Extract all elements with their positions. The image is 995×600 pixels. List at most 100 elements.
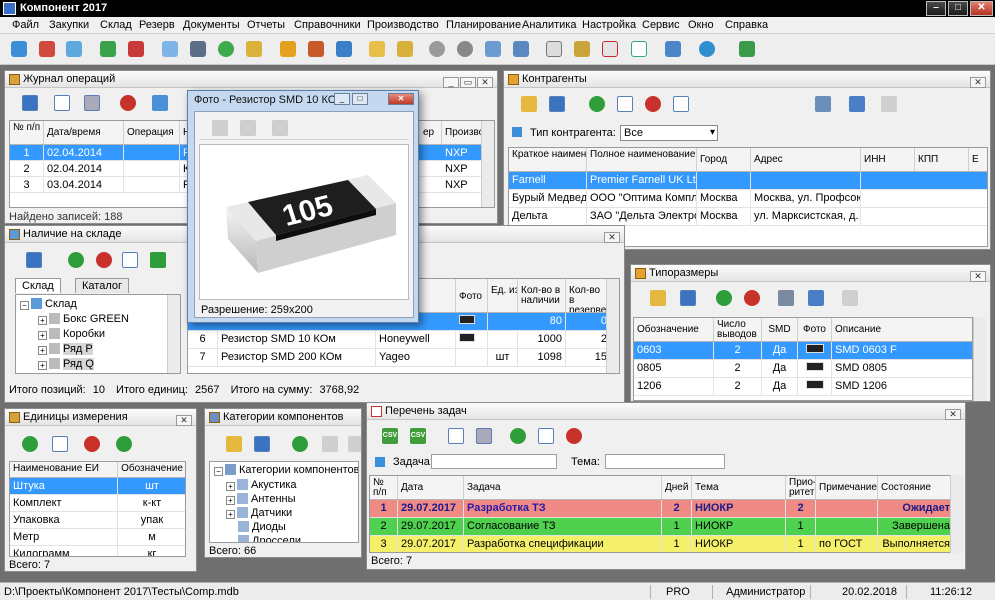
tree-node[interactable]: + Бокс GREEN [38, 313, 129, 325]
col-num[interactable]: № п/п [10, 121, 44, 144]
refresh-icon[interactable] [215, 38, 237, 60]
col-qty[interactable]: Кол-во в наличии [518, 279, 566, 312]
tasks-row[interactable]: 3 29.07.2017 Разработка спецификации 1 Н… [370, 536, 952, 552]
outcome-icon[interactable] [125, 38, 147, 60]
ok-icon[interactable] [839, 287, 861, 309]
remove-icon[interactable] [93, 249, 115, 271]
binoculars-icon[interactable] [187, 38, 209, 60]
open-folder-icon[interactable] [647, 287, 669, 309]
tasks-row[interactable]: 1 29.07.2017 Разработка ТЗ 2 НИОКР 2 Ожи… [370, 500, 952, 518]
col-photo[interactable]: Фото [456, 279, 488, 312]
panel-close-button[interactable]: ✕ [945, 409, 961, 420]
units-row[interactable]: Комплект к-кт [10, 495, 185, 512]
menu-analytics[interactable]: Аналитика [522, 19, 576, 31]
col-city[interactable]: Город [697, 148, 751, 171]
menu-service[interactable]: Сервис [642, 19, 680, 31]
folders-icon[interactable] [366, 38, 388, 60]
contractor-type-select[interactable]: Все [620, 125, 718, 141]
tree-node[interactable]: Диоды [238, 521, 286, 533]
edit-icon[interactable] [614, 93, 636, 115]
ok-icon[interactable] [113, 433, 135, 455]
arrow-disabled-icon[interactable] [345, 433, 361, 455]
menu-planning[interactable]: Планирование [446, 19, 521, 31]
col-theme[interactable]: Тема [692, 476, 786, 499]
report-icon[interactable] [846, 93, 868, 115]
stock-scrollbar[interactable] [606, 279, 619, 373]
col-state[interactable]: Состояние [878, 476, 952, 499]
sizes-scrollbar[interactable] [973, 317, 986, 401]
col-kpp[interactable]: КПП [915, 148, 969, 171]
tree-node[interactable]: + Ряд Q [38, 358, 94, 370]
delete-icon[interactable] [741, 287, 763, 309]
purchase-icon[interactable] [36, 38, 58, 60]
menu-warehouse[interactable]: Склад [100, 19, 132, 31]
edit-icon[interactable] [119, 249, 141, 271]
gear-icon[interactable] [426, 38, 448, 60]
search-doc-icon[interactable] [63, 38, 85, 60]
tab-catalog[interactable]: Каталог [75, 278, 129, 293]
maximize-button[interactable]: □ [948, 1, 968, 16]
sizes-row[interactable]: 0603 2 Да SMD 0603 F [634, 342, 972, 360]
menu-production[interactable]: Производство [367, 19, 439, 31]
col-priority[interactable]: Прио-ритет [786, 476, 816, 499]
delete-icon[interactable] [563, 425, 585, 447]
delete-icon[interactable] [117, 92, 139, 114]
filter-icon[interactable] [149, 92, 171, 114]
panel-close-button[interactable]: ✕ [176, 415, 192, 426]
panel-minimize-button[interactable]: _ [443, 77, 459, 88]
delete-icon[interactable] [642, 93, 664, 115]
folder-tree-icon[interactable] [394, 38, 416, 60]
report-icon[interactable] [805, 287, 827, 309]
tab-stock[interactable]: Склад [15, 278, 61, 293]
exit-icon[interactable] [736, 38, 758, 60]
col-e[interactable]: Е [969, 148, 987, 171]
col-pins[interactable]: Число выводов [714, 318, 762, 341]
contractors-row[interactable]: Бурый Медведь ООО "Оптима Комплект Москв… [509, 190, 987, 208]
col-note[interactable]: Примечание [816, 476, 878, 499]
menu-file[interactable]: Файл [12, 19, 39, 31]
photo-minimize-button[interactable]: _ [334, 93, 350, 105]
col-description[interactable]: Описание [832, 318, 972, 341]
col-date[interactable]: Дата [398, 476, 464, 499]
table-icon[interactable] [482, 38, 504, 60]
stock-row[interactable]: 7 Резистор SMD 200 КОм Yageo шт 1098 15 [188, 349, 619, 367]
sizes-row[interactable]: 0805 2 Да SMD 0805 [634, 360, 972, 378]
print-icon[interactable] [81, 92, 103, 114]
save-icon[interactable] [23, 249, 45, 271]
notebook-icon[interactable] [243, 38, 265, 60]
save-icon[interactable] [19, 92, 41, 114]
panel-close-button[interactable]: ✕ [970, 77, 986, 88]
menu-reserve[interactable]: Резерв [139, 19, 175, 31]
col-inn[interactable]: ИНН [861, 148, 915, 171]
delete-icon[interactable] [81, 433, 103, 455]
col-unit-name[interactable]: Наименование ЕИ [10, 462, 118, 477]
components-icon[interactable] [8, 38, 30, 60]
add-photo-icon[interactable] [209, 117, 231, 139]
minimize-button[interactable]: – [926, 1, 946, 16]
col-photo[interactable]: Фото [798, 318, 832, 341]
save-icon[interactable] [677, 287, 699, 309]
col-designation[interactable]: Обозначение [634, 318, 714, 341]
find-icon[interactable] [51, 92, 73, 114]
add-icon[interactable] [19, 433, 41, 455]
stock-row[interactable]: 6 Резистор SMD 10 КОм Honeywell 1000 2 [188, 331, 619, 349]
col-full-name[interactable]: Полное наименование [587, 148, 697, 171]
col-task[interactable]: Задача [464, 476, 662, 499]
factory-icon[interactable] [305, 38, 327, 60]
units-row[interactable]: Упаковка упак [10, 512, 185, 529]
edit-disabled-icon[interactable] [319, 433, 341, 455]
col-num[interactable]: № п/п [370, 476, 398, 499]
tree-node-root[interactable]: − Категории компонентов [214, 464, 358, 476]
find-icon[interactable] [159, 38, 181, 60]
org-chart-icon[interactable] [662, 38, 684, 60]
add-icon[interactable] [507, 425, 529, 447]
contractors-row[interactable]: Дельта ЗАО "Дельта Электрон... Москва ул… [509, 208, 987, 226]
contractors-row[interactable]: Farnell Premier Farnell UK Ltd. [509, 172, 987, 190]
tasks-scrollbar[interactable] [950, 475, 963, 553]
calendar-icon[interactable] [599, 38, 621, 60]
tree-node[interactable]: + Антенны [226, 493, 296, 505]
ok-icon[interactable] [878, 93, 900, 115]
income-icon[interactable] [97, 38, 119, 60]
menu-purchases[interactable]: Закупки [49, 19, 89, 31]
units-row[interactable]: Штука шт [10, 478, 185, 495]
